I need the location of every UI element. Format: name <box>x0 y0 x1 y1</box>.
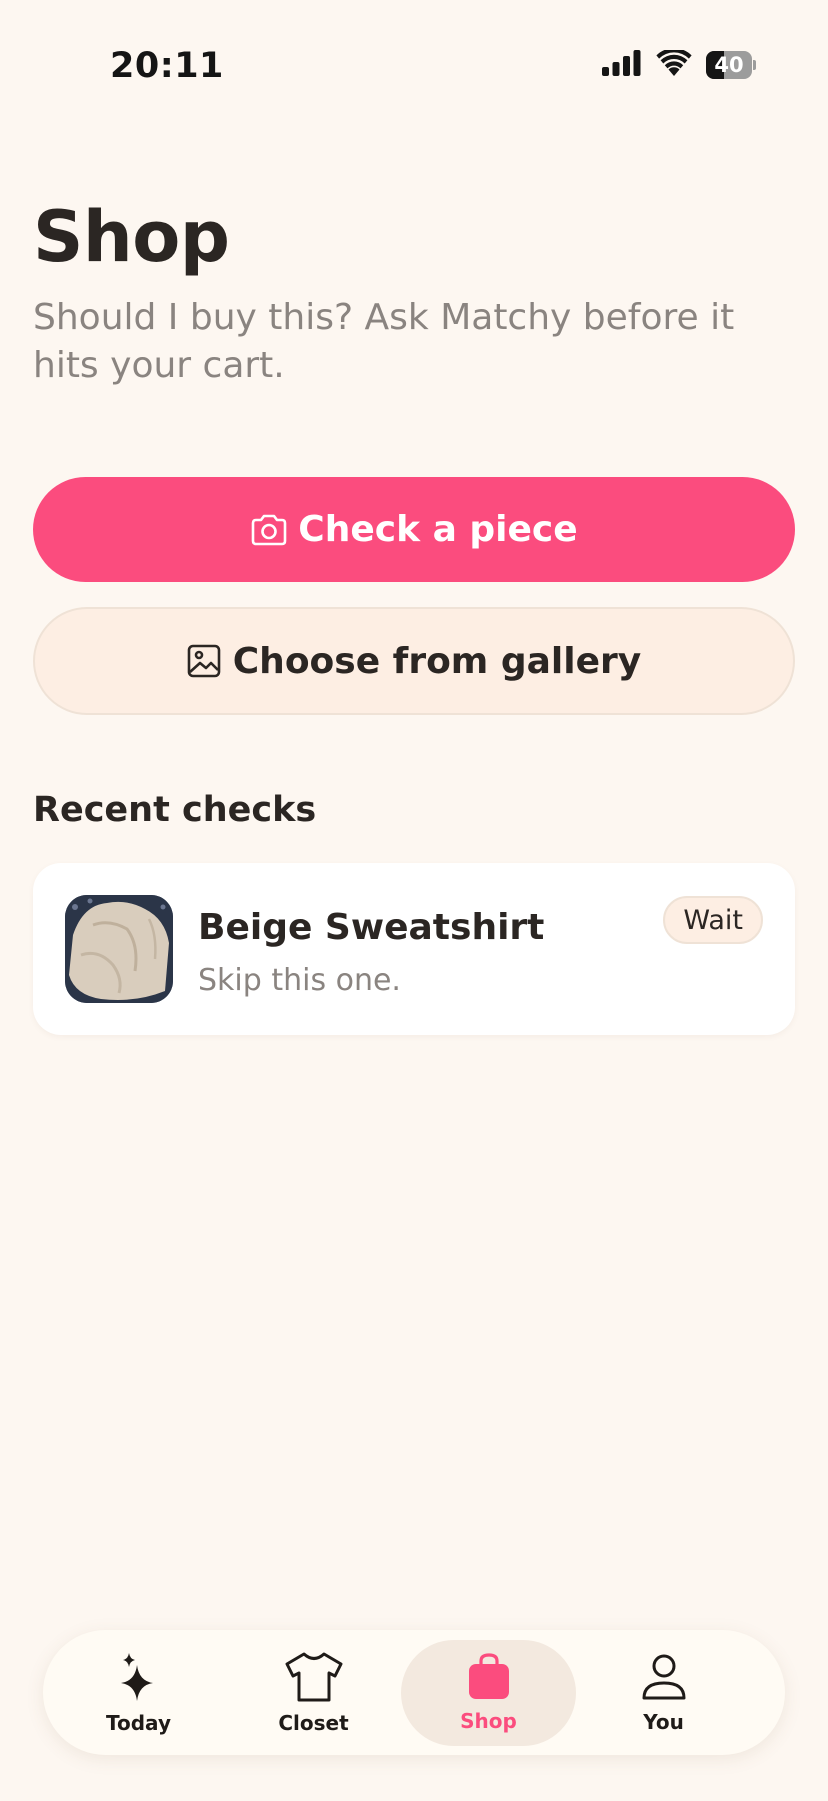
tab-closet-label: Closet <box>278 1711 349 1735</box>
battery-level: 40 <box>714 53 744 77</box>
person-icon <box>640 1652 688 1706</box>
tab-shop-label: Shop <box>460 1709 517 1733</box>
status-badge: Wait <box>663 896 763 944</box>
tab-today[interactable]: Today <box>51 1640 226 1746</box>
item-name: Beige Sweatshirt <box>198 907 545 948</box>
status-icons: 40 <box>602 48 756 80</box>
item-thumbnail <box>65 895 173 1003</box>
recent-check-card[interactable]: Beige Sweatshirt Skip this one. Wait <box>33 863 795 1035</box>
choose-from-gallery-label: Choose from gallery <box>232 640 642 682</box>
sparkles-icon <box>115 1651 163 1707</box>
check-a-piece-button[interactable]: Check a piece <box>33 477 795 582</box>
bottom-tab-bar: Today Closet Shop You <box>43 1630 785 1755</box>
shopping-bag-icon <box>466 1653 512 1705</box>
check-a-piece-label: Check a piece <box>298 509 578 550</box>
camera-icon <box>250 513 288 547</box>
tab-you[interactable]: You <box>576 1640 751 1746</box>
item-verdict: Skip this one. <box>198 963 401 998</box>
image-icon <box>187 644 221 678</box>
page-subtitle: Should I buy this? Ask Matchy before it … <box>33 297 735 386</box>
choose-from-gallery-button[interactable]: Choose from gallery <box>33 607 795 715</box>
tab-you-label: You <box>643 1710 684 1734</box>
signal-icon <box>602 50 642 80</box>
shop-screen: 20:11 40 Shop Should I buy this? Ask Mat… <box>0 0 828 1801</box>
page-title: Shop <box>33 196 230 278</box>
tshirt-icon <box>284 1651 344 1707</box>
status-time: 20:11 <box>110 46 224 86</box>
wifi-icon <box>656 48 692 80</box>
tab-closet[interactable]: Closet <box>226 1640 401 1746</box>
battery-icon: 40 <box>706 51 756 79</box>
recent-checks-heading: Recent checks <box>33 790 317 830</box>
tab-shop[interactable]: Shop <box>401 1640 576 1746</box>
tab-today-label: Today <box>106 1711 171 1735</box>
